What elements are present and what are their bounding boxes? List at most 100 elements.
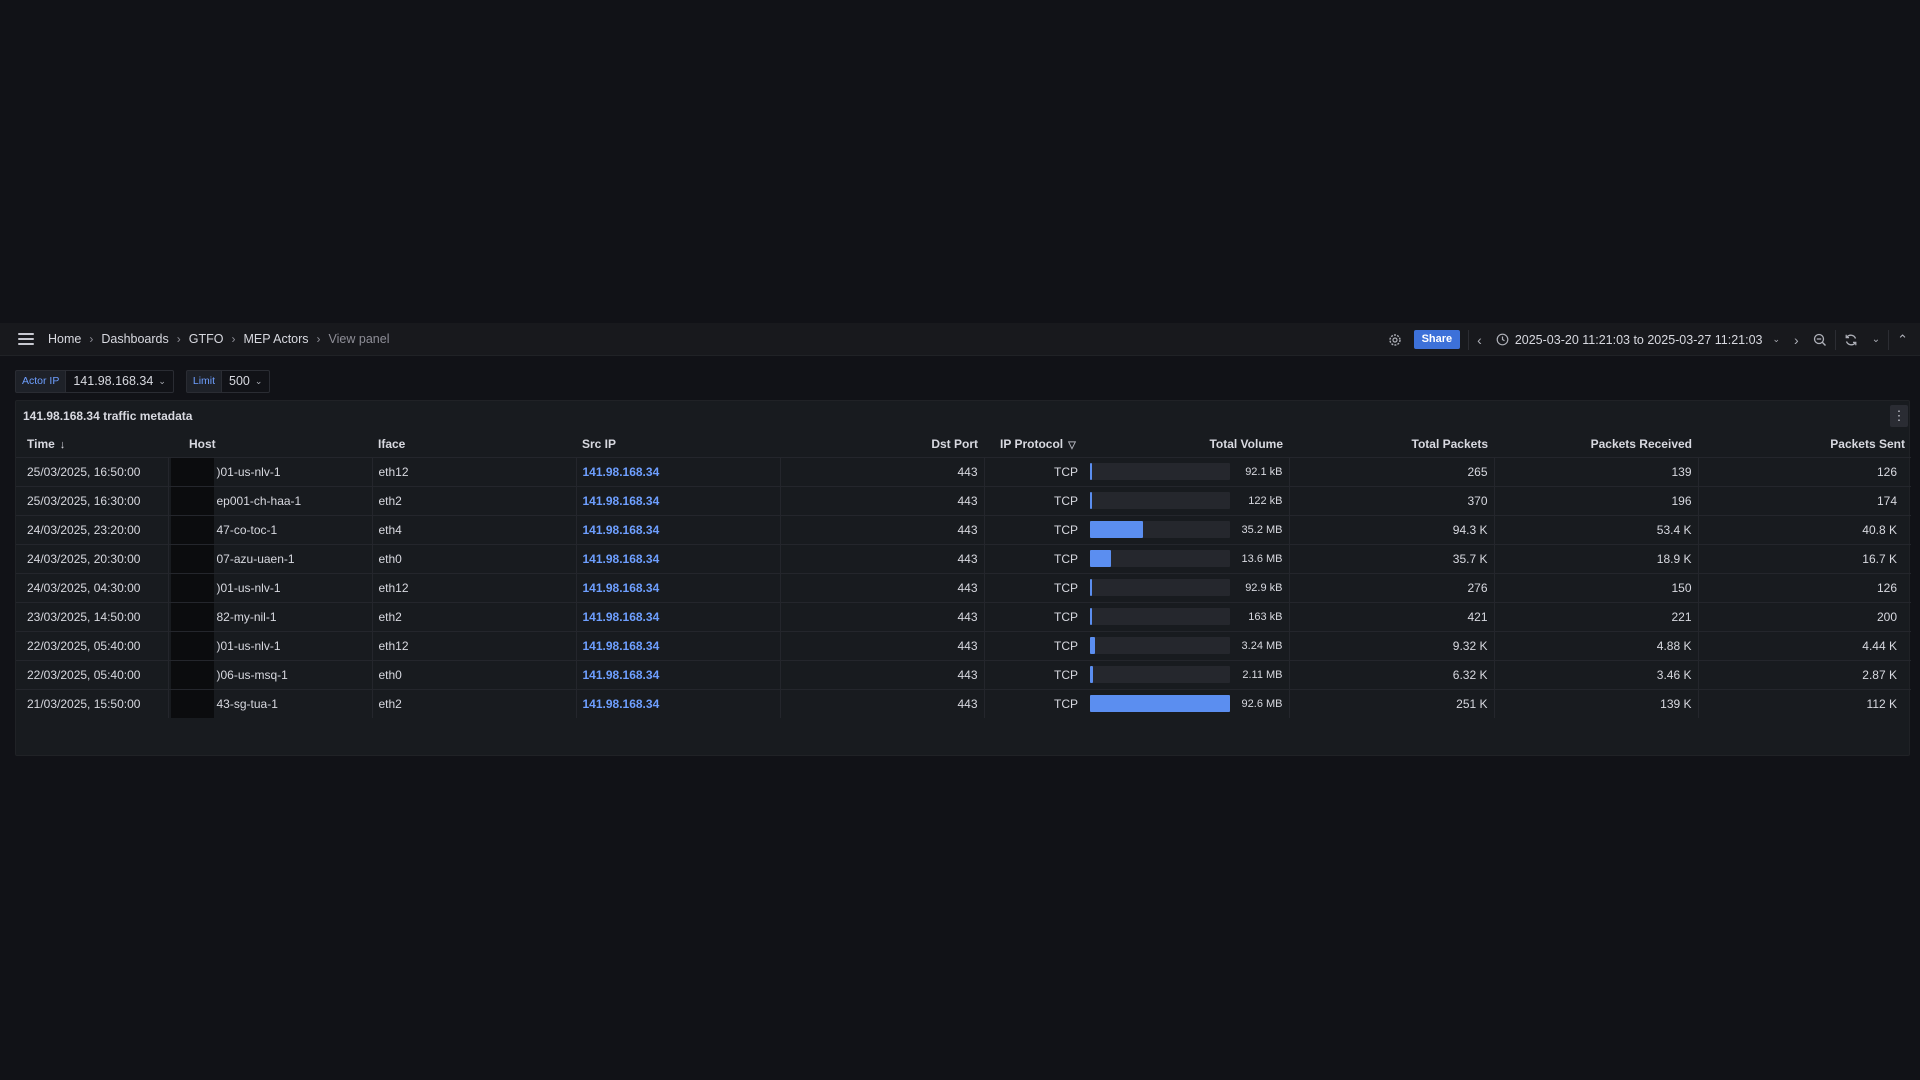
src-ip-link[interactable]: 141.98.168.34: [583, 523, 660, 537]
cell-src-ip[interactable]: 141.98.168.34: [576, 485, 781, 515]
cell-iface: eth2: [372, 485, 577, 515]
more-vertical-icon[interactable]: ⋮: [1890, 405, 1908, 427]
volume-gauge: [1090, 550, 1230, 567]
column-header-total-volume[interactable]: Total Volume: [1084, 431, 1289, 457]
breadcrumb-gtfo[interactable]: GTFO: [189, 332, 224, 346]
top-navbar: Home › Dashboards › GTFO › MEP Actors › …: [0, 323, 1920, 356]
zoom-out-icon[interactable]: [1813, 333, 1827, 347]
volume-gauge-fill: [1090, 463, 1092, 480]
column-header-host[interactable]: Host: [168, 431, 372, 457]
limit-value: 500: [229, 374, 250, 388]
cell-host: 07-azu-uaen-1: [168, 543, 373, 573]
cell-time: 24/03/2025, 23:20:00: [16, 514, 169, 544]
cell-src-ip[interactable]: 141.98.168.34: [576, 659, 781, 689]
column-header-packets-received[interactable]: Packets Received: [1494, 431, 1698, 457]
cell-dst-port: 443: [780, 485, 985, 515]
src-ip-link[interactable]: 141.98.168.34: [583, 610, 660, 624]
src-ip-link[interactable]: 141.98.168.34: [583, 465, 660, 479]
src-ip-link[interactable]: 141.98.168.34: [583, 581, 660, 595]
cell-packets-received: 150: [1494, 572, 1699, 602]
chevron-down-icon: ⌄: [254, 376, 263, 386]
column-header-dst-port[interactable]: Dst Port: [780, 431, 984, 457]
volume-text: 92.6 MB: [1241, 697, 1283, 710]
refresh-icon[interactable]: [1844, 333, 1858, 347]
cell-time: 22/03/2025, 05:40:00: [16, 630, 169, 660]
cell-total-volume: 13.6 MB: [1084, 543, 1290, 573]
limit-select[interactable]: 500 ⌄: [222, 370, 271, 393]
time-range-picker[interactable]: 2025-03-20 11:21:03 to 2025-03-27 11:21:…: [1496, 333, 1780, 347]
chevron-up-icon[interactable]: ⌃: [1897, 332, 1908, 348]
src-ip-link[interactable]: 141.98.168.34: [583, 494, 660, 508]
cell-packets-received: 196: [1494, 485, 1699, 515]
cell-total-packets: 276: [1289, 572, 1495, 602]
redaction-block: [170, 458, 214, 486]
chevron-left-icon[interactable]: ‹: [1477, 332, 1482, 348]
cell-total-volume: 92.9 kB: [1084, 572, 1290, 602]
sort-descending-icon[interactable]: ↓: [60, 439, 66, 451]
redaction-block: [170, 574, 214, 602]
src-ip-link[interactable]: 141.98.168.34: [583, 639, 660, 653]
cell-src-ip[interactable]: 141.98.168.34: [576, 601, 781, 631]
chevron-down-icon[interactable]: ⌄: [1872, 334, 1880, 345]
share-button[interactable]: Share: [1413, 330, 1461, 349]
cell-iface: eth12: [372, 572, 577, 602]
cell-iface: eth12: [372, 630, 577, 660]
cell-src-ip[interactable]: 141.98.168.34: [576, 572, 781, 602]
table-row: 21/03/2025, 15:50:00 43-sg-tua-1 eth2 141.9…: [16, 688, 1911, 718]
cell-packets-received: 53.4 K: [1494, 514, 1699, 544]
cell-src-ip[interactable]: 141.98.168.34: [576, 456, 781, 486]
actor-ip-select[interactable]: 141.98.168.34 ⌄: [66, 370, 174, 393]
cell-packets-sent: 4.44 K: [1698, 630, 1911, 660]
chevron-right-icon[interactable]: ›: [1794, 332, 1799, 348]
divider: [1468, 329, 1470, 350]
cell-src-ip[interactable]: 141.98.168.34: [576, 630, 781, 660]
column-header-src-ip[interactable]: Src IP: [576, 431, 780, 457]
actor-ip-label: Actor IP: [15, 370, 67, 393]
cell-host: )01-us-nlv-1: [168, 630, 373, 660]
divider: [1888, 329, 1890, 350]
time-range-text: 2025-03-20 11:21:03 to 2025-03-27 11:21:…: [1514, 332, 1763, 347]
cell-src-ip[interactable]: 141.98.168.34: [576, 514, 781, 544]
table-body: 25/03/2025, 16:50:00)01-us-nlv-1 eth12 141…: [16, 456, 1911, 718]
volume-text: 122 kB: [1248, 494, 1283, 507]
chevron-down-icon: ⌄: [158, 376, 166, 386]
cell-dst-port: 443: [780, 456, 985, 486]
redaction-block: [170, 545, 214, 573]
cell-src-ip[interactable]: 141.98.168.34: [576, 543, 781, 573]
cell-time: 24/03/2025, 04:30:00: [16, 572, 169, 602]
breadcrumb-home[interactable]: Home: [48, 332, 81, 346]
src-ip-link[interactable]: 141.98.168.34: [583, 668, 660, 682]
column-header-iface[interactable]: Iface: [372, 431, 576, 457]
cell-time: 25/03/2025, 16:50:00: [16, 456, 169, 486]
filter-icon[interactable]: ▽: [1068, 440, 1076, 451]
table-row: 24/03/2025, 20:30:00 07-azu-uaen-1 eth0 141…: [16, 543, 1911, 573]
cell-iface: eth4: [372, 514, 577, 544]
column-header-time[interactable]: Time ↓: [16, 431, 168, 457]
cell-ip-protocol: TCP: [984, 601, 1084, 631]
cell-src-ip[interactable]: 141.98.168.34: [576, 688, 781, 718]
cell-ip-protocol: TCP: [984, 659, 1084, 689]
volume-gauge: [1090, 492, 1230, 509]
cell-dst-port: 443: [780, 543, 985, 573]
gear-icon[interactable]: [1388, 333, 1402, 347]
menu-icon[interactable]: [18, 333, 34, 345]
cell-packets-received: 4.88 K: [1494, 630, 1699, 660]
column-header-packets-sent[interactable]: Packets Sent: [1698, 431, 1911, 457]
cell-ip-protocol: TCP: [984, 688, 1084, 718]
breadcrumb-dashboards[interactable]: Dashboards: [101, 332, 168, 346]
cell-total-packets: 94.3 K: [1289, 514, 1495, 544]
cell-total-volume: 122 kB: [1084, 485, 1290, 515]
breadcrumb-mep-actors[interactable]: MEP Actors: [243, 332, 308, 346]
cell-host: )01-us-nlv-1: [168, 572, 373, 602]
cell-packets-sent: 16.7 K: [1698, 543, 1911, 573]
redaction-block: [170, 603, 214, 631]
table-panel: 141.98.168.34 traffic metadata ⋮ Time ↓ H…: [15, 400, 1911, 756]
cell-packets-sent: 2.87 K: [1698, 659, 1911, 689]
cell-packets-sent: 126: [1698, 456, 1911, 486]
cell-host: 82-my-nil-1: [168, 601, 373, 631]
column-header-ip-protocol[interactable]: IP Protocol ▽: [984, 431, 1084, 457]
cell-total-volume: 92.6 MB: [1084, 688, 1290, 718]
src-ip-link[interactable]: 141.98.168.34: [583, 697, 660, 711]
src-ip-link[interactable]: 141.98.168.34: [583, 552, 660, 566]
column-header-total-packets[interactable]: Total Packets: [1289, 431, 1494, 457]
